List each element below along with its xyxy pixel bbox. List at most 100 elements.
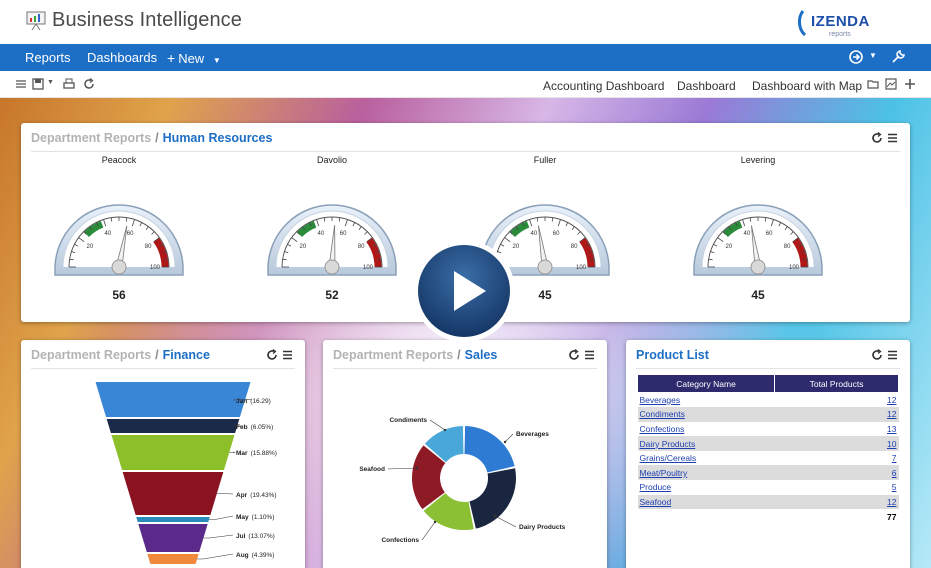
count-link[interactable]: 12 (887, 497, 896, 507)
tab-accounting-dashboard[interactable]: Accounting Dashboard (543, 79, 664, 93)
donut-chart: Beverages Dairy Products Confections Seafoo… (359, 417, 565, 544)
gauge-name: Davolio (316, 155, 347, 165)
nav-reports[interactable]: Reports (25, 50, 71, 65)
tab-dashboard-with-map[interactable]: Dashboard with Map (752, 79, 862, 93)
gauge-name: Peacock (101, 155, 137, 165)
category-cell: Confections (638, 422, 775, 437)
category-link[interactable]: Seafood (640, 497, 672, 507)
panel-tools (872, 131, 897, 143)
panel-category[interactable]: Department Reports (31, 131, 151, 145)
panel-report-name[interactable]: Human Resources (163, 131, 273, 145)
panel-tools (569, 348, 594, 360)
category-link[interactable]: Grains/Cereals (640, 453, 697, 463)
svg-text:Jul(13.07%): Jul (13.07%) (236, 533, 275, 540)
category-link[interactable]: Meat/Poultry (640, 468, 688, 478)
print-icon[interactable] (62, 77, 76, 91)
funnel-segment[interactable] (95, 382, 251, 417)
donut-slice[interactable] (464, 426, 515, 473)
play-video-button[interactable] (411, 238, 517, 344)
refresh-icon[interactable] (267, 348, 277, 360)
funnel-chart: Jan (16.29) Feb (6.05%) Mar (15.88%) Apr (19.43… (95, 382, 277, 564)
svg-text:Apr(19.43%): Apr (19.43%) (236, 492, 277, 499)
donut-label: Seafood (359, 466, 385, 473)
count-link[interactable]: 12 (887, 395, 896, 405)
image-gallery-icon[interactable] (884, 77, 898, 91)
panel-finance: Department Reports / Finance Jan (16.29) Feb… (21, 340, 305, 568)
gauge-tick-label: 60 (127, 231, 134, 237)
category-link[interactable]: Confections (640, 424, 685, 434)
gauge-value: 56 (112, 288, 126, 302)
column-header-total[interactable]: Total Products (774, 374, 899, 393)
svg-text:May(1.10%): May (1.10%) (236, 514, 274, 521)
add-tab-icon[interactable] (903, 77, 917, 91)
funnel-segment[interactable] (106, 419, 240, 433)
funnel-percent: (16.29) (250, 398, 271, 405)
count-link[interactable]: 12 (887, 409, 896, 419)
funnel-segment[interactable] (122, 472, 224, 515)
count-link[interactable]: 13 (887, 424, 896, 434)
panel-divider (31, 151, 900, 152)
panel-separator: / (457, 348, 461, 362)
panel-separator: / (155, 131, 159, 145)
sign-in-icon[interactable] (848, 49, 864, 65)
menu-icon[interactable] (888, 133, 897, 143)
save-caret-icon[interactable]: ▼ (47, 79, 54, 86)
column-header-category[interactable]: Category Name (636, 374, 776, 393)
funnel-segment[interactable] (111, 435, 235, 470)
dashboard-toolbar: ▼ Accounting Dashboard Dashboard Dashboa… (0, 71, 931, 100)
count-cell: 13 (775, 422, 899, 437)
gauge-value: 52 (325, 288, 339, 302)
funnel-segment[interactable] (136, 517, 210, 522)
menu-icon[interactable] (888, 350, 897, 360)
category-link[interactable]: Produce (640, 482, 672, 492)
refresh-icon[interactable] (872, 348, 882, 360)
table-row: Grains/Cereals 7 (638, 451, 899, 466)
funnel-label: Feb (236, 424, 248, 431)
funnel-label: Jul (236, 533, 246, 540)
main-nav: Reports Dashboards + New ▼ ▼ (0, 44, 931, 71)
refresh-icon[interactable] (872, 131, 882, 143)
gauge-tick-label: 40 (744, 231, 751, 237)
panel-report-name[interactable]: Product List (636, 348, 709, 362)
panel-category[interactable]: Department Reports (31, 348, 151, 362)
donut-slice[interactable] (469, 468, 516, 529)
refresh-icon[interactable] (569, 348, 579, 360)
gauge-tick-label: 100 (789, 265, 800, 271)
caret-down-icon: ▼ (212, 56, 221, 65)
category-link[interactable]: Condiments (640, 409, 685, 419)
category-link[interactable]: Dairy Products (640, 439, 696, 449)
refresh-icon[interactable] (82, 77, 96, 91)
panel-report-name[interactable]: Finance (163, 348, 210, 362)
count-link[interactable]: 7 (892, 453, 897, 463)
svg-text:Feb(6.05%): Feb (6.05%) (236, 424, 273, 431)
count-link[interactable]: 10 (887, 439, 896, 449)
funnel-segment[interactable] (138, 524, 208, 552)
panel-category[interactable]: Department Reports (333, 348, 453, 362)
panel-report-name[interactable]: Sales (465, 348, 498, 362)
table-row: Beverages 12 (638, 393, 899, 408)
count-link[interactable]: 6 (892, 468, 897, 478)
category-link[interactable]: Beverages (640, 395, 681, 405)
menu-icon[interactable] (585, 350, 594, 360)
tab-dashboard[interactable]: Dashboard (667, 79, 746, 100)
svg-text:Mar(15.88%): Mar (15.88%) (236, 450, 277, 457)
table-body: Beverages 12 Condiments 12 Confections 13 Dair… (637, 393, 899, 524)
donut-label: Confections (381, 537, 419, 544)
menu-icon[interactable] (283, 350, 292, 360)
hamburger-icon[interactable] (14, 77, 28, 91)
user-caret-icon[interactable]: ▼ (869, 51, 877, 60)
save-icon[interactable] (31, 77, 45, 91)
gauge-tick-label: 20 (87, 244, 94, 250)
panel-divider (636, 368, 900, 369)
funnel-label: Apr (236, 492, 248, 499)
funnel-segment[interactable] (147, 554, 199, 564)
count-cell: 12 (774, 407, 899, 422)
nav-new[interactable]: + New ▼ (167, 50, 221, 66)
nav-dashboards[interactable]: Dashboards (87, 50, 157, 65)
funnel-percent: (4.39%) (252, 552, 275, 559)
category-cell: Seafood (637, 494, 775, 510)
wrench-icon[interactable] (890, 49, 906, 65)
count-link[interactable]: 5 (892, 482, 897, 492)
folder-icon[interactable] (866, 77, 880, 91)
category-cell: Dairy Products (637, 436, 775, 451)
